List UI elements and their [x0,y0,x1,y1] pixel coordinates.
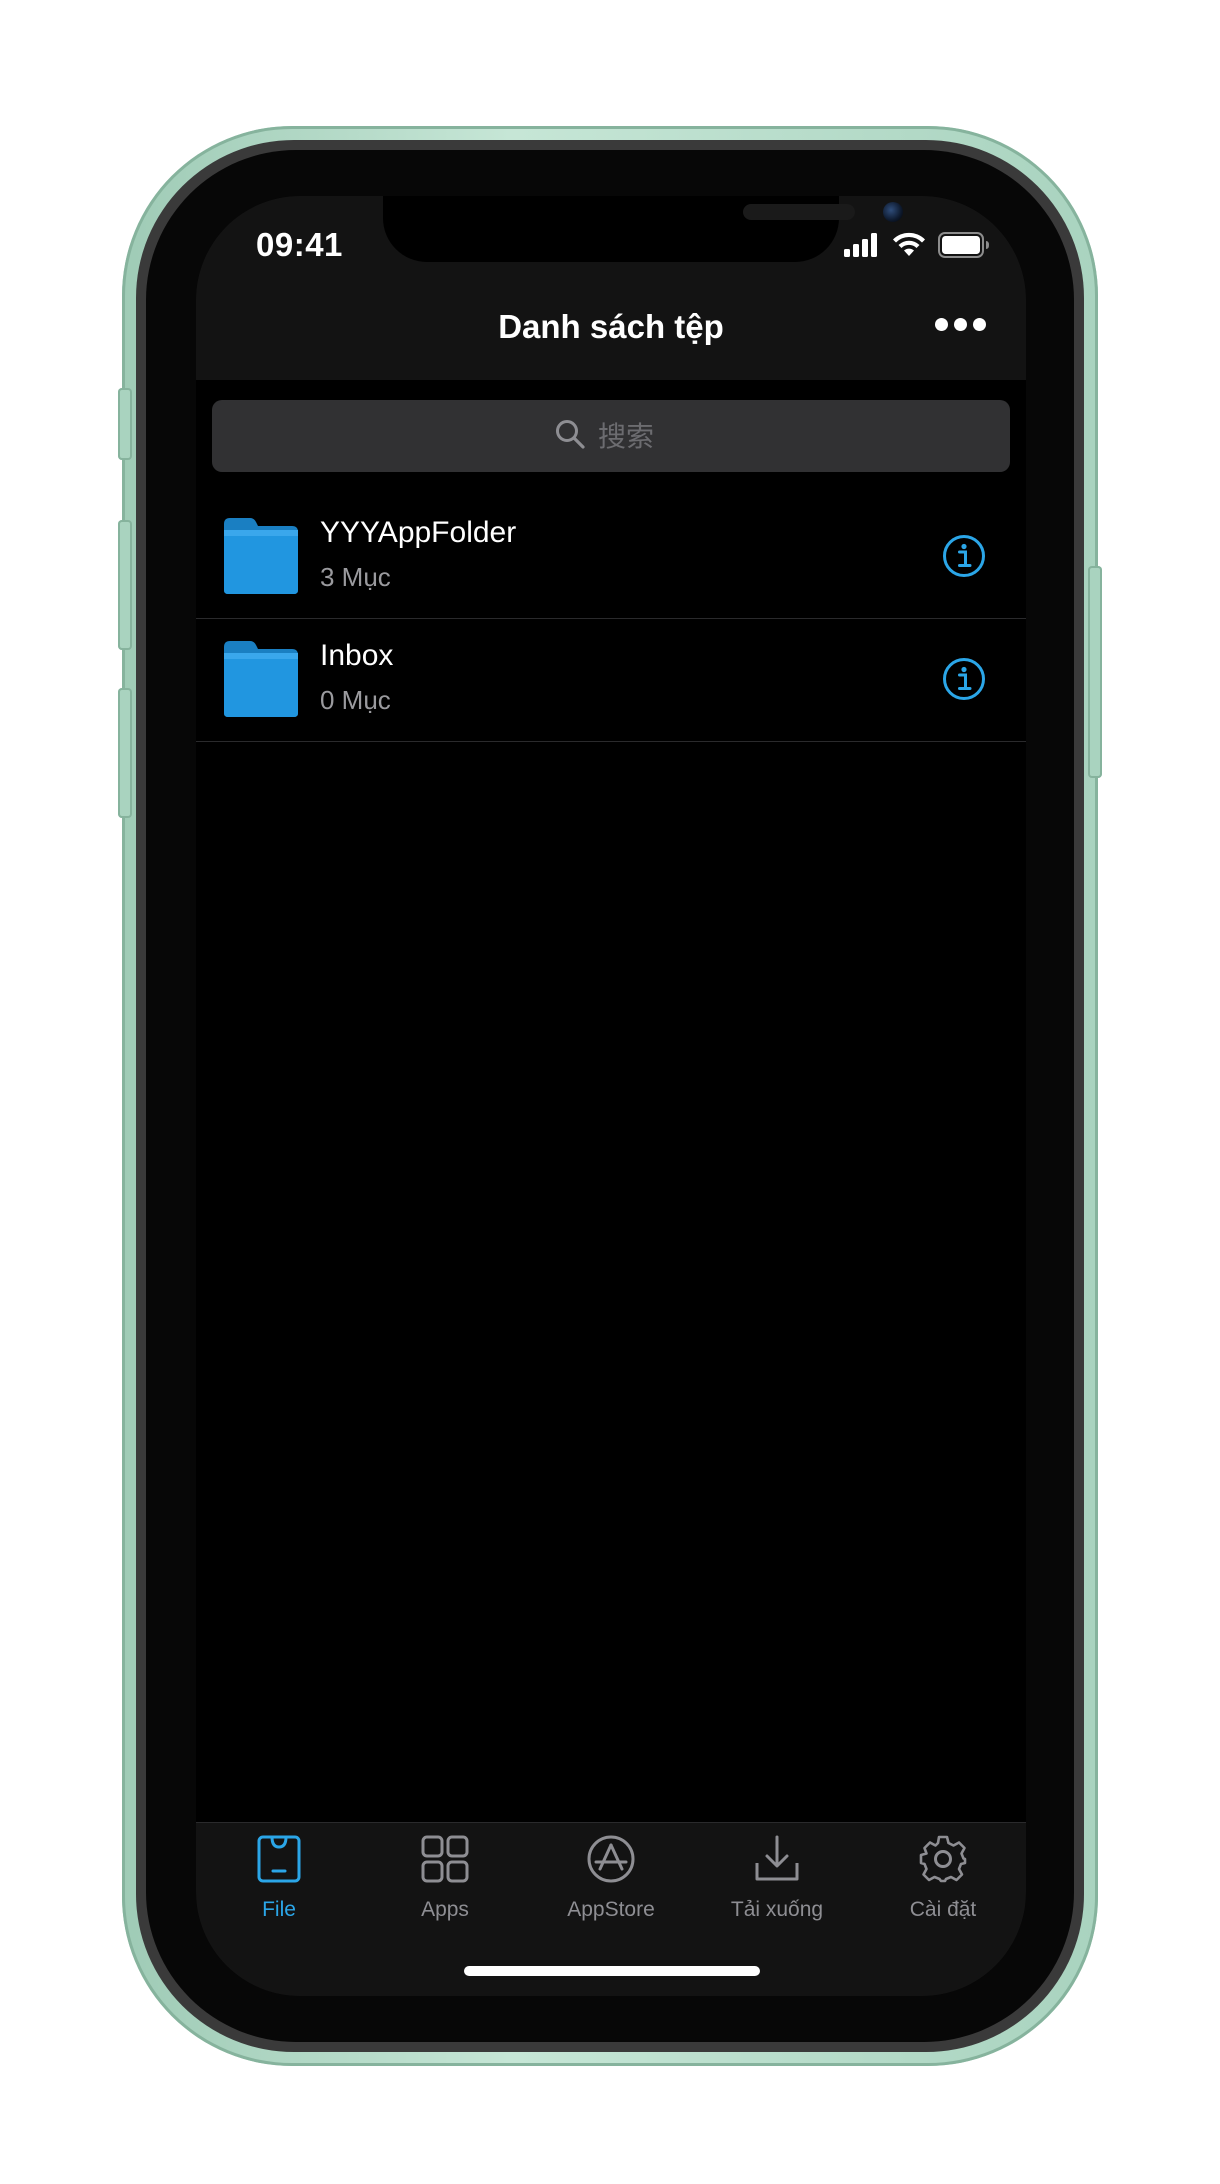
more-horizontal-icon [935,318,948,331]
mute-switch [118,388,132,460]
tab-file[interactable]: File [204,1833,354,1943]
status-icons [844,232,990,263]
phone-screen: 09:41 Danh sách tệp 搜索 YYYAppFolder 3 Mụ… [196,196,1026,1996]
page-title: Danh sách tệp [498,308,724,345]
status-time: 09:41 [256,226,343,263]
folder-name: YYYAppFolder [320,516,517,549]
item-count: 3 Mục [320,562,391,592]
download-icon [751,1833,803,1890]
more-horizontal-icon [973,318,986,331]
tab-settings[interactable]: Cài đặt [868,1833,1018,1943]
cellular-signal-icon [844,233,880,262]
volume-up-button [118,520,132,650]
tab-label: Apps [421,1898,469,1921]
tab-label: Cài đặt [909,1898,977,1921]
file-bag-icon [253,1833,305,1890]
wifi-icon [892,232,926,263]
tab-label: AppStore [567,1898,655,1921]
appstore-icon [585,1833,637,1890]
settings-gear-icon [917,1833,969,1890]
info-icon[interactable] [942,534,986,578]
item-count: 0 Mục [320,685,391,715]
home-indicator [464,1966,760,1976]
tab-apps[interactable]: Apps [370,1833,520,1943]
more-options-button[interactable] [935,318,986,331]
front-camera [883,202,903,222]
volume-down-button [118,688,132,818]
notch [383,196,903,262]
battery-icon [938,232,990,263]
earpiece-speaker [743,204,855,220]
search-bar[interactable] [212,400,1010,472]
list-item[interactable]: Inbox 0 Mục [196,619,1026,742]
more-horizontal-icon [954,318,967,331]
file-list: YYYAppFolder 3 Mục Inbox 0 Mục [196,496,1026,742]
tab-label: File [262,1898,296,1921]
tab-label: Tải xuống [730,1898,824,1921]
tab-downloads[interactable]: Tải xuống [702,1833,852,1943]
search-icon [554,418,586,455]
folder-icon [220,514,300,596]
tab-appstore[interactable]: AppStore [536,1833,686,1943]
apps-grid-icon [419,1833,471,1890]
folder-name: Inbox [320,639,394,672]
power-button [1088,566,1102,778]
folder-icon [220,637,300,719]
info-icon[interactable] [942,657,986,701]
search-input[interactable] [598,419,668,453]
list-item[interactable]: YYYAppFolder 3 Mục [196,496,1026,619]
